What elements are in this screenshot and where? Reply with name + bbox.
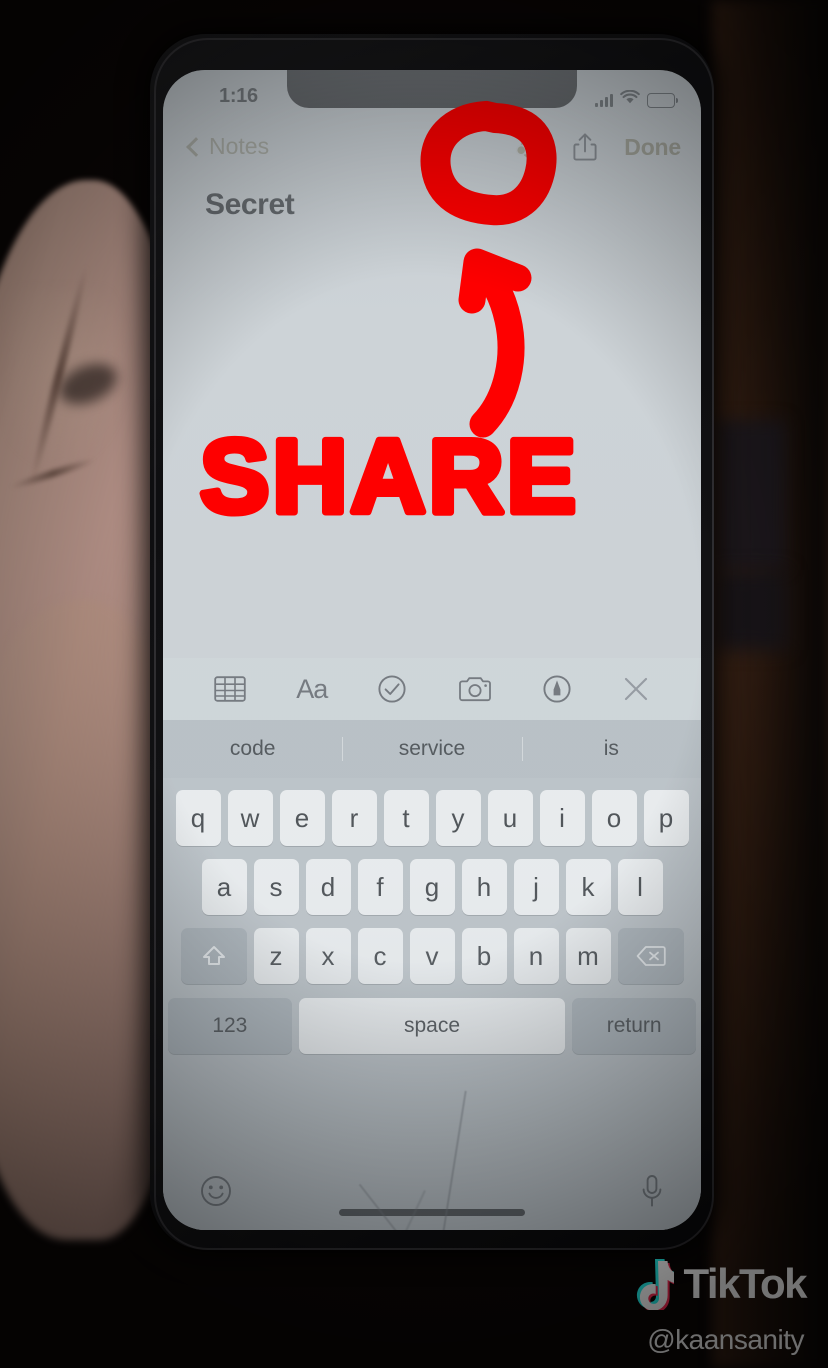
key-x[interactable]: x — [305, 928, 351, 984]
smiley-face-icon[interactable] — [199, 1174, 233, 1213]
tiktok-wordmark: TikTok — [683, 1260, 808, 1307]
keyboard-row-4: 123 space return — [163, 984, 701, 1054]
add-people-icon[interactable] — [514, 131, 546, 163]
backspace-key[interactable] — [617, 928, 684, 984]
back-label: Notes — [209, 133, 270, 159]
key-p[interactable]: p — [643, 790, 689, 846]
key-c[interactable]: c — [357, 928, 403, 984]
share-icon[interactable] — [572, 131, 598, 163]
key-z[interactable]: z — [253, 928, 299, 984]
key-a[interactable]: a — [201, 859, 247, 915]
share-text: SHARE — [200, 419, 579, 535]
close-icon[interactable] — [622, 675, 650, 703]
key-k[interactable]: k — [565, 859, 611, 915]
prediction-bar: code service is — [163, 720, 701, 778]
key-u[interactable]: u — [487, 790, 533, 846]
background-right-band-lower — [716, 570, 788, 650]
key-j[interactable]: j — [513, 859, 559, 915]
note-title[interactable]: Secret — [205, 188, 295, 222]
key-o[interactable]: o — [591, 790, 637, 846]
key-h[interactable]: h — [461, 859, 507, 915]
camera-icon[interactable] — [458, 675, 492, 703]
wifi-icon — [620, 89, 640, 110]
tiktok-handle: @kaansanity — [647, 1324, 804, 1355]
keyboard-row-3: z x c v b n m — [163, 915, 701, 984]
nav-bar: Notes Done — [163, 125, 701, 177]
phone-notch — [287, 70, 577, 108]
key-y[interactable]: y — [435, 790, 481, 846]
prediction-2[interactable]: service — [342, 737, 521, 761]
done-button[interactable]: Done — [624, 134, 681, 161]
keyboard-row-2: a s d f g h j k l — [163, 846, 701, 915]
background-right-wall — [712, 0, 828, 1368]
key-l[interactable]: l — [617, 859, 663, 915]
prediction-1[interactable]: code — [163, 737, 342, 761]
backspace-icon — [636, 946, 666, 966]
background-right-band — [716, 420, 786, 570]
markup-pen-icon[interactable] — [542, 674, 572, 704]
phone-screen: 1:16 Notes Done Secret Aa code service i… — [163, 70, 701, 1230]
key-t[interactable]: t — [383, 790, 429, 846]
key-f[interactable]: f — [357, 859, 403, 915]
return-key[interactable]: return — [572, 998, 696, 1054]
cellular-signal-icon — [595, 93, 613, 107]
microphone-icon[interactable] — [639, 1173, 665, 1214]
shift-key[interactable] — [180, 928, 247, 984]
numbers-key[interactable]: 123 — [168, 998, 292, 1054]
key-i[interactable]: i — [539, 790, 585, 846]
key-e[interactable]: e — [279, 790, 325, 846]
key-n[interactable]: n — [513, 928, 559, 984]
status-indicators — [595, 89, 678, 110]
annotation-share-label: SHARE — [197, 418, 580, 538]
tiktok-watermark: TikTok — [628, 1258, 808, 1310]
key-w[interactable]: w — [227, 790, 273, 846]
tiktok-logo-icon — [636, 1259, 674, 1310]
screenshot-stage: 1:16 Notes Done Secret Aa code service i… — [0, 0, 828, 1368]
key-g[interactable]: g — [409, 859, 455, 915]
checklist-icon[interactable] — [377, 674, 407, 704]
keyboard-row-1: q w e r t y u i o p — [163, 778, 701, 846]
key-m[interactable]: m — [565, 928, 611, 984]
battery-icon — [647, 92, 678, 108]
table-icon[interactable] — [214, 675, 246, 703]
text-format-icon[interactable]: Aa — [296, 674, 328, 705]
chevron-left-icon — [186, 136, 206, 157]
key-d[interactable]: d — [305, 859, 351, 915]
keyboard-bottom-bar — [163, 1156, 701, 1230]
back-to-notes-button[interactable]: Notes — [186, 133, 270, 160]
key-q[interactable]: q — [175, 790, 221, 846]
onscreen-keyboard: q w e r t y u i o p a s d f g h j k l z … — [163, 778, 701, 1230]
status-time: 1:16 — [219, 85, 258, 107]
home-indicator[interactable] — [339, 1209, 525, 1216]
key-v[interactable]: v — [409, 928, 455, 984]
space-key[interactable]: space — [298, 998, 566, 1054]
prediction-3[interactable]: is — [522, 737, 701, 761]
key-b[interactable]: b — [461, 928, 507, 984]
key-s[interactable]: s — [253, 859, 299, 915]
format-toolbar: Aa — [163, 658, 701, 720]
nav-actions: Done — [514, 131, 681, 163]
key-r[interactable]: r — [331, 790, 377, 846]
shift-up-arrow-icon — [202, 946, 225, 965]
